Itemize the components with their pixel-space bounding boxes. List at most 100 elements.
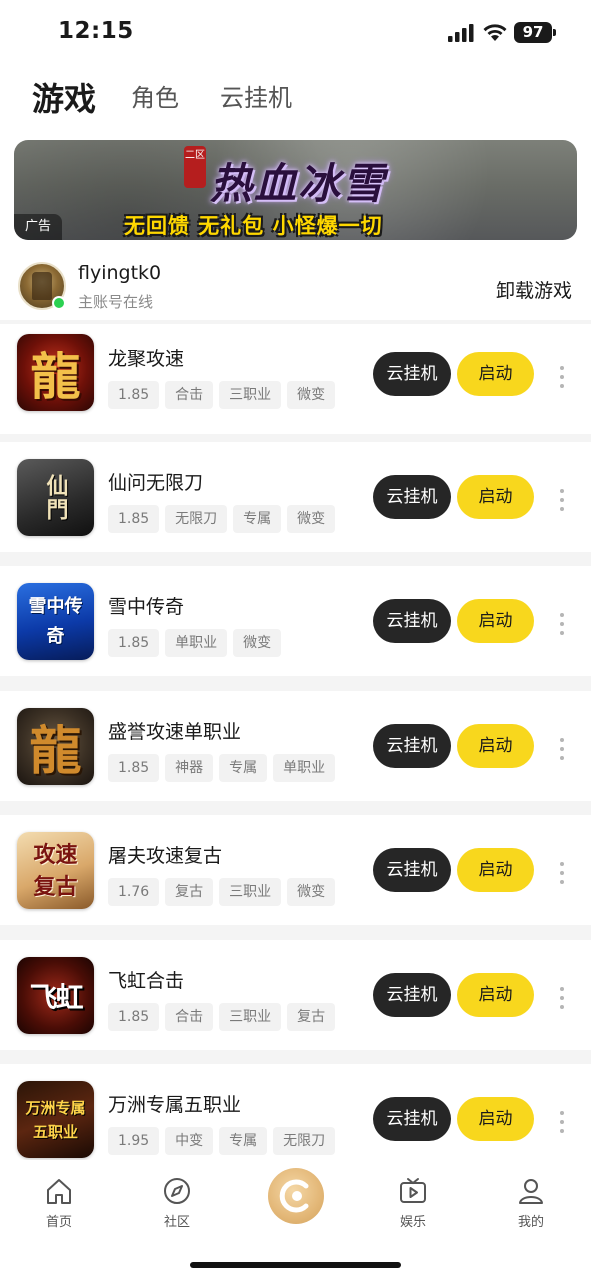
- game-card[interactable]: 雪中传奇 雪中传奇 1.85 单职业 微变 云挂机 启动: [0, 566, 591, 676]
- game-card[interactable]: 攻速复古 屠夫攻速复古 1.76 复古 三职业 微变 云挂机 启动: [0, 815, 591, 925]
- game-tag: 无限刀: [165, 505, 228, 533]
- nav-profile[interactable]: 我的: [496, 1176, 566, 1236]
- game-tags: 1.85 神器 专属 单职业: [108, 754, 336, 782]
- nav-profile-label: 我的: [517, 1215, 544, 1230]
- game-tag: 专属: [219, 1127, 268, 1155]
- game-card[interactable]: 万洲专属五职业 万洲专属五职业 1.95 中变 专属 无限刀 云挂机 启动: [0, 1064, 591, 1160]
- game-tag: 单职业: [273, 754, 336, 782]
- cloud-idle-button[interactable]: 云挂机: [373, 724, 451, 768]
- ad-label: 广告: [14, 214, 62, 240]
- online-status-dot: [52, 296, 66, 310]
- game-tags: 1.85 无限刀 专属 微变: [108, 505, 336, 533]
- game-tags: 1.85 单职业 微变: [108, 629, 282, 657]
- game-list: 龍 龙聚攻速 1.85 合击 三职业 微变 云挂机 启动 仙門 仙问无限刀 1.…: [0, 320, 591, 1160]
- tab-cloud-idle[interactable]: 云挂机: [220, 78, 292, 113]
- game-name: 屠夫攻速复古: [108, 845, 223, 867]
- wifi-icon: [483, 24, 507, 41]
- cloud-idle-button[interactable]: 云挂机: [373, 352, 451, 396]
- tag-version: 1.85: [108, 1003, 160, 1031]
- status-bar: 12:15 97: [0, 0, 591, 66]
- game-name: 盛誉攻速单职业: [108, 721, 242, 743]
- game-name: 仙问无限刀: [108, 472, 204, 494]
- more-options-icon[interactable]: [556, 613, 568, 637]
- launch-button[interactable]: 启动: [457, 1097, 534, 1141]
- game-icon: 万洲专属五职业: [17, 1081, 94, 1158]
- game-tag: 三职业: [219, 381, 282, 409]
- nav-entertainment-label: 娱乐: [399, 1215, 426, 1230]
- account-name: flyingtk0: [78, 262, 162, 284]
- game-card[interactable]: 龍 盛誉攻速单职业 1.85 神器 专属 单职业 云挂机 启动: [0, 691, 591, 801]
- game-tag: 复古: [165, 878, 214, 906]
- game-name: 雪中传奇: [108, 596, 185, 618]
- game-tag: 微变: [233, 629, 282, 657]
- ad-banner[interactable]: 二区 热血冰雪 无回馈 无礼包 小怪爆一切 广告: [14, 140, 577, 240]
- banner-title: 热血冰雪: [210, 159, 387, 208]
- cloud-idle-button[interactable]: 云挂机: [373, 848, 451, 892]
- game-icon: 龍: [17, 708, 94, 785]
- game-card[interactable]: 龍 龙聚攻速 1.85 合击 三职业 微变 云挂机 启动: [0, 324, 591, 434]
- banner-seal: 二区: [184, 146, 206, 188]
- game-tags: 1.95 中变 专属 无限刀: [108, 1127, 336, 1155]
- banner-slogan: 无回馈 无礼包 小怪爆一切: [124, 214, 383, 238]
- nav-home-label: 首页: [45, 1215, 72, 1230]
- game-name: 飞虹合击: [108, 970, 185, 992]
- game-name: 龙聚攻速: [108, 348, 185, 370]
- launch-button[interactable]: 启动: [457, 724, 534, 768]
- game-icon: 龍: [17, 334, 94, 411]
- more-options-icon[interactable]: [556, 489, 568, 513]
- more-options-icon[interactable]: [556, 738, 568, 762]
- tab-roles[interactable]: 角色: [131, 78, 179, 113]
- tag-version: 1.76: [108, 878, 160, 906]
- game-tag: 无限刀: [273, 1127, 336, 1155]
- game-tags: 1.85 合击 三职业 复古: [108, 1003, 336, 1031]
- game-tag: 神器: [165, 754, 214, 782]
- game-tag: 中变: [165, 1127, 214, 1155]
- launch-button[interactable]: 启动: [457, 848, 534, 892]
- more-options-icon[interactable]: [556, 1111, 568, 1135]
- center-logo-icon[interactable]: [268, 1168, 324, 1224]
- home-icon: [47, 1179, 71, 1204]
- cloud-idle-button[interactable]: 云挂机: [373, 1097, 451, 1141]
- uninstall-game-button[interactable]: 卸载游戏: [496, 276, 572, 303]
- launch-button[interactable]: 启动: [457, 599, 534, 643]
- account-status: 主账号在线: [78, 293, 154, 311]
- more-options-icon[interactable]: [556, 366, 568, 390]
- cloud-idle-button[interactable]: 云挂机: [373, 599, 451, 643]
- game-tag: 单职业: [165, 629, 228, 657]
- compass-icon: [164, 1178, 190, 1204]
- game-card[interactable]: 仙門 仙问无限刀 1.85 无限刀 专属 微变 云挂机 启动: [0, 442, 591, 552]
- more-options-icon[interactable]: [556, 862, 568, 886]
- top-tabs: 游戏 角色 云挂机: [0, 66, 591, 130]
- tag-version: 1.85: [108, 505, 160, 533]
- nav-community-label: 社区: [163, 1215, 190, 1230]
- game-icon: 仙門: [17, 459, 94, 536]
- launch-button[interactable]: 启动: [457, 352, 534, 396]
- game-icon: 攻速复古: [17, 832, 94, 909]
- launch-button[interactable]: 启动: [457, 475, 534, 519]
- tv-play-icon: [400, 1178, 426, 1203]
- home-indicator: [190, 1262, 401, 1268]
- nav-entertainment[interactable]: 娱乐: [378, 1176, 448, 1236]
- game-card[interactable]: 飞虹 飞虹合击 1.85 合击 三职业 复古 云挂机 启动: [0, 940, 591, 1050]
- tag-version: 1.85: [108, 754, 160, 782]
- more-options-icon[interactable]: [556, 987, 568, 1011]
- tag-version: 1.95: [108, 1127, 160, 1155]
- game-tag: 合击: [165, 1003, 214, 1031]
- cloud-idle-button[interactable]: 云挂机: [373, 475, 451, 519]
- tab-games[interactable]: 游戏: [32, 74, 96, 120]
- nav-community[interactable]: 社区: [142, 1176, 212, 1236]
- game-tag: 合击: [165, 381, 214, 409]
- game-icon: 雪中传奇: [17, 583, 94, 660]
- tag-version: 1.85: [108, 381, 160, 409]
- game-tag: 专属: [219, 754, 268, 782]
- game-tag: 微变: [287, 878, 336, 906]
- user-icon: [519, 1179, 543, 1204]
- nav-home[interactable]: 首页: [24, 1176, 94, 1236]
- launch-button[interactable]: 启动: [457, 973, 534, 1017]
- cellular-signal-icon: [448, 24, 474, 42]
- game-name: 万洲专属五职业: [108, 1094, 242, 1116]
- game-icon: 飞虹: [17, 957, 94, 1034]
- game-tags: 1.85 合击 三职业 微变: [108, 381, 336, 409]
- game-tag: 微变: [287, 505, 336, 533]
- cloud-idle-button[interactable]: 云挂机: [373, 973, 451, 1017]
